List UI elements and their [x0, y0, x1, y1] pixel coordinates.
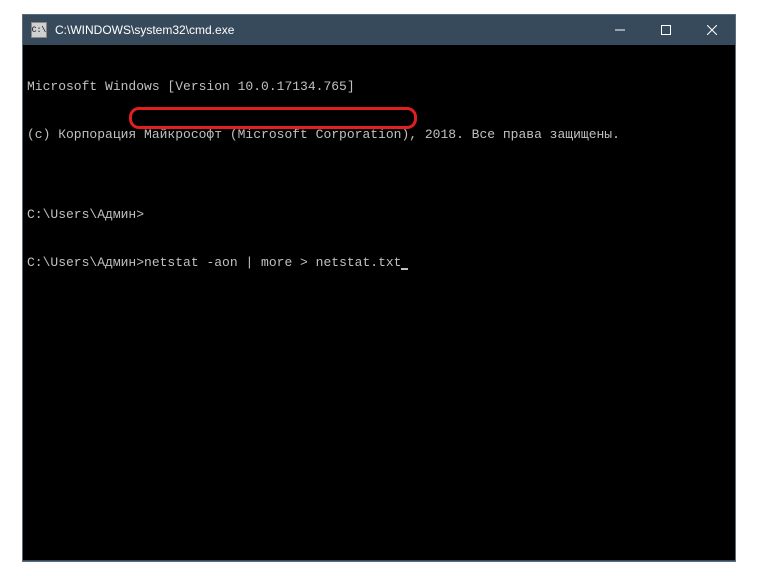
window-controls	[597, 15, 735, 45]
terminal-command-line: C:\Users\Админ>netstat -aon | more > net…	[27, 255, 731, 271]
close-button[interactable]	[689, 15, 735, 45]
window-title: C:\WINDOWS\system32\cmd.exe	[55, 23, 597, 37]
terminal-output-line: Microsoft Windows [Version 10.0.17134.76…	[27, 79, 731, 95]
terminal-prompt-line: C:\Users\Админ>	[27, 207, 731, 223]
titlebar[interactable]: C:\ C:\WINDOWS\system32\cmd.exe	[23, 15, 735, 45]
terminal-output-line: (с) Корпорация Майкрософт (Microsoft Cor…	[27, 127, 731, 143]
terminal-command-input[interactable]: netstat -aon | more > netstat.txt	[144, 255, 401, 270]
minimize-button[interactable]	[597, 15, 643, 45]
annotation-highlight	[129, 107, 417, 129]
cmd-icon: C:\	[31, 22, 47, 38]
terminal-area[interactable]: Microsoft Windows [Version 10.0.17134.76…	[23, 45, 735, 560]
terminal-prompt: C:\Users\Админ>	[27, 255, 144, 270]
cursor	[401, 268, 408, 270]
maximize-button[interactable]	[643, 15, 689, 45]
command-prompt-window: C:\ C:\WINDOWS\system32\cmd.exe Microsof…	[22, 14, 736, 562]
